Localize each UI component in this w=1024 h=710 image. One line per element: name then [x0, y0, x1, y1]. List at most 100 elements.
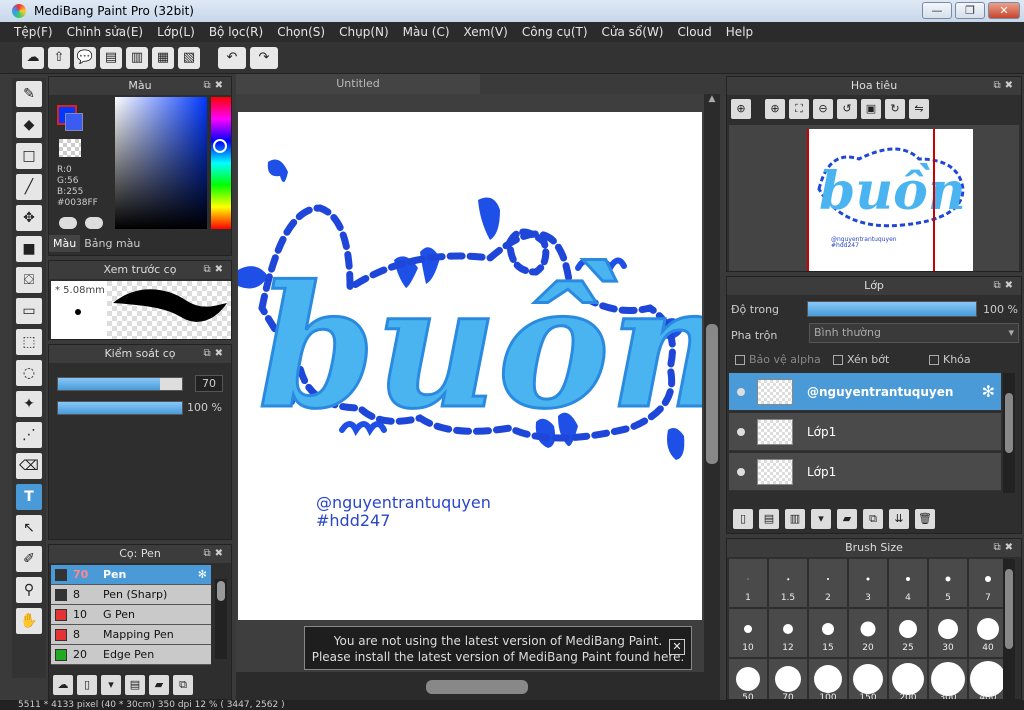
brush-size-cell[interactable]: 15: [809, 609, 847, 657]
brush-list-scrollbar[interactable]: [215, 579, 227, 659]
brush-size-cell[interactable]: 200: [889, 659, 927, 699]
brush-size-cell[interactable]: 150: [849, 659, 887, 699]
protect-alpha-checkbox[interactable]: [735, 355, 745, 365]
folder-icon[interactable]: ▰: [149, 675, 169, 695]
panel-controls-icon[interactable]: ⧉✖: [203, 261, 227, 279]
canvas-horizontal-thumb[interactable]: [426, 680, 528, 694]
undo-icon[interactable]: ↶: [218, 46, 246, 69]
hue-slider[interactable]: [211, 97, 231, 229]
clipping-checkbox[interactable]: [833, 355, 843, 365]
hue-knob[interactable]: [213, 139, 227, 153]
menu-snap[interactable]: Chụp(N): [339, 25, 389, 39]
eyedropper-tool-icon[interactable]: ⚲: [16, 577, 42, 603]
divide-tool-icon[interactable]: ✐: [16, 546, 42, 572]
reset-view-icon[interactable]: ▣: [861, 99, 881, 119]
brush-item[interactable]: 20 Edge Pen: [51, 645, 211, 665]
zoom-out-icon[interactable]: ⊖: [813, 99, 833, 119]
brush-size-slider[interactable]: [57, 377, 183, 391]
cloud-brush-icon[interactable]: ☁: [53, 675, 73, 695]
navigator-thumbnail[interactable]: buồn @nguyentrantuquyen #hdd247: [729, 125, 1019, 271]
select-rect-tool-icon[interactable]: ⬚: [16, 329, 42, 355]
text-tool-icon[interactable]: T: [16, 484, 42, 510]
rotate-right-icon[interactable]: ↻: [885, 99, 905, 119]
brush-size-cell[interactable]: 25: [889, 609, 927, 657]
brush-item[interactable]: 10 G Pen: [51, 605, 211, 625]
brush-item[interactable]: 8 Pen (Sharp): [51, 585, 211, 605]
select-pen-tool-icon[interactable]: ⋰: [16, 422, 42, 448]
color-swap-icon[interactable]: [85, 217, 103, 229]
speech-bubble-icon[interactable]: 💬: [74, 46, 96, 69]
add-layer-menu-icon[interactable]: ▾: [811, 509, 831, 529]
layer-row[interactable]: @nguyentrantuquyen ✻: [729, 373, 1001, 411]
brush-size-cell[interactable]: 40: [969, 609, 1007, 657]
brush-size-cell[interactable]: 4: [889, 559, 927, 607]
brush-size-cell[interactable]: 1.5: [769, 559, 807, 607]
brush-size-cell[interactable]: 10: [729, 609, 767, 657]
folder-icon[interactable]: ▰: [837, 509, 857, 529]
brush-edit-icon[interactable]: ▤: [125, 675, 145, 695]
brush-size-cell[interactable]: 400: [969, 659, 1007, 699]
layer-list-scrollbar[interactable]: [1003, 373, 1015, 493]
redo-icon[interactable]: ↷: [250, 46, 278, 69]
lasso-tool-icon[interactable]: ◌: [16, 360, 42, 386]
menu-cloud[interactable]: Cloud: [678, 25, 712, 39]
tab-document[interactable]: Untitled: [236, 74, 480, 94]
brush-size-cell[interactable]: 5: [929, 559, 967, 607]
duplicate-icon[interactable]: ⧉: [173, 675, 193, 695]
brush-size-cell[interactable]: 300: [929, 659, 967, 699]
update-notice[interactable]: You are not using the latest version of …: [304, 626, 692, 670]
color-eyedrop-icon[interactable]: [59, 217, 77, 229]
brush-tool-icon[interactable]: ✎: [16, 81, 42, 107]
brush-size-value[interactable]: 70: [195, 375, 223, 392]
menu-window[interactable]: Cửa sổ(W): [602, 25, 664, 39]
brush-size-cell[interactable]: 70: [769, 659, 807, 699]
layer-row[interactable]: Lớp1: [729, 413, 1001, 451]
blend-mode-select[interactable]: Bình thường ▾: [809, 323, 1019, 343]
duplicate-layer-icon[interactable]: ⧉: [863, 509, 883, 529]
bucket-tool-icon[interactable]: ⛋: [16, 267, 42, 293]
menu-help[interactable]: Help: [726, 25, 753, 39]
magic-wand-tool-icon[interactable]: ✦: [16, 391, 42, 417]
tab-color[interactable]: Màu: [49, 235, 81, 252]
panel-controls-icon[interactable]: ⧉✖: [993, 77, 1017, 95]
panel-controls-icon[interactable]: ⧉✖: [993, 277, 1017, 295]
canvas-area[interactable]: buồn @nguyentrantuquyen #hdd247: [236, 94, 733, 672]
new-halftone-layer-icon[interactable]: ▤: [759, 509, 779, 529]
menu-filter[interactable]: Bộ lọc(R): [209, 25, 263, 39]
add-brush-menu-icon[interactable]: ▾: [101, 675, 121, 695]
menu-color[interactable]: Màu (C): [403, 25, 450, 39]
menu-tools[interactable]: Công cụ(T): [522, 25, 588, 39]
brush-settings-gear-icon[interactable]: ✻: [198, 568, 207, 581]
fit-screen-icon[interactable]: ⛶: [789, 99, 809, 119]
panel-controls-icon[interactable]: ⧉✖: [993, 539, 1017, 557]
background-color-swatch[interactable]: [65, 113, 83, 131]
lock-checkbox[interactable]: [929, 355, 939, 365]
brush-opacity-slider[interactable]: [57, 401, 183, 415]
transparent-swatch[interactable]: [59, 139, 81, 157]
move-tool-icon[interactable]: ✥: [16, 205, 42, 231]
menu-view[interactable]: Xem(V): [464, 25, 508, 39]
brush-size-scrollbar[interactable]: [1003, 559, 1015, 699]
panel-controls-icon[interactable]: ⧉✖: [203, 77, 227, 95]
select-eraser-tool-icon[interactable]: ⌫: [16, 453, 42, 479]
close-window-button[interactable]: ✕: [988, 2, 1020, 19]
flip-icon[interactable]: ⇋: [909, 99, 929, 119]
delete-layer-icon[interactable]: 🗑: [915, 509, 935, 529]
clipping-option[interactable]: Xén bớt: [833, 353, 889, 366]
line-tool-icon[interactable]: ╱: [16, 174, 42, 200]
brush-size-cell[interactable]: 7: [969, 559, 1007, 607]
new-layer-icon[interactable]: ▯: [733, 509, 753, 529]
fill-rect-tool-icon[interactable]: ■: [16, 236, 42, 262]
brush-size-cell[interactable]: 50: [729, 659, 767, 699]
visibility-eye-icon[interactable]: [737, 467, 745, 476]
gradient-tool-icon[interactable]: ▭: [16, 298, 42, 324]
menu-layer[interactable]: Lớp(L): [157, 25, 195, 39]
brush-item[interactable]: 8 Mapping Pen: [51, 625, 211, 645]
brush-size-cell[interactable]: 12: [769, 609, 807, 657]
tab-palette[interactable]: Bảng màu: [80, 235, 144, 252]
menu-file[interactable]: Tệp(F): [14, 25, 53, 39]
maximize-button[interactable]: ❐: [955, 2, 985, 19]
canvas-vertical-thumb[interactable]: [706, 324, 718, 464]
lock-option[interactable]: Khóa: [929, 353, 971, 366]
saturation-value-picker[interactable]: [115, 97, 207, 229]
